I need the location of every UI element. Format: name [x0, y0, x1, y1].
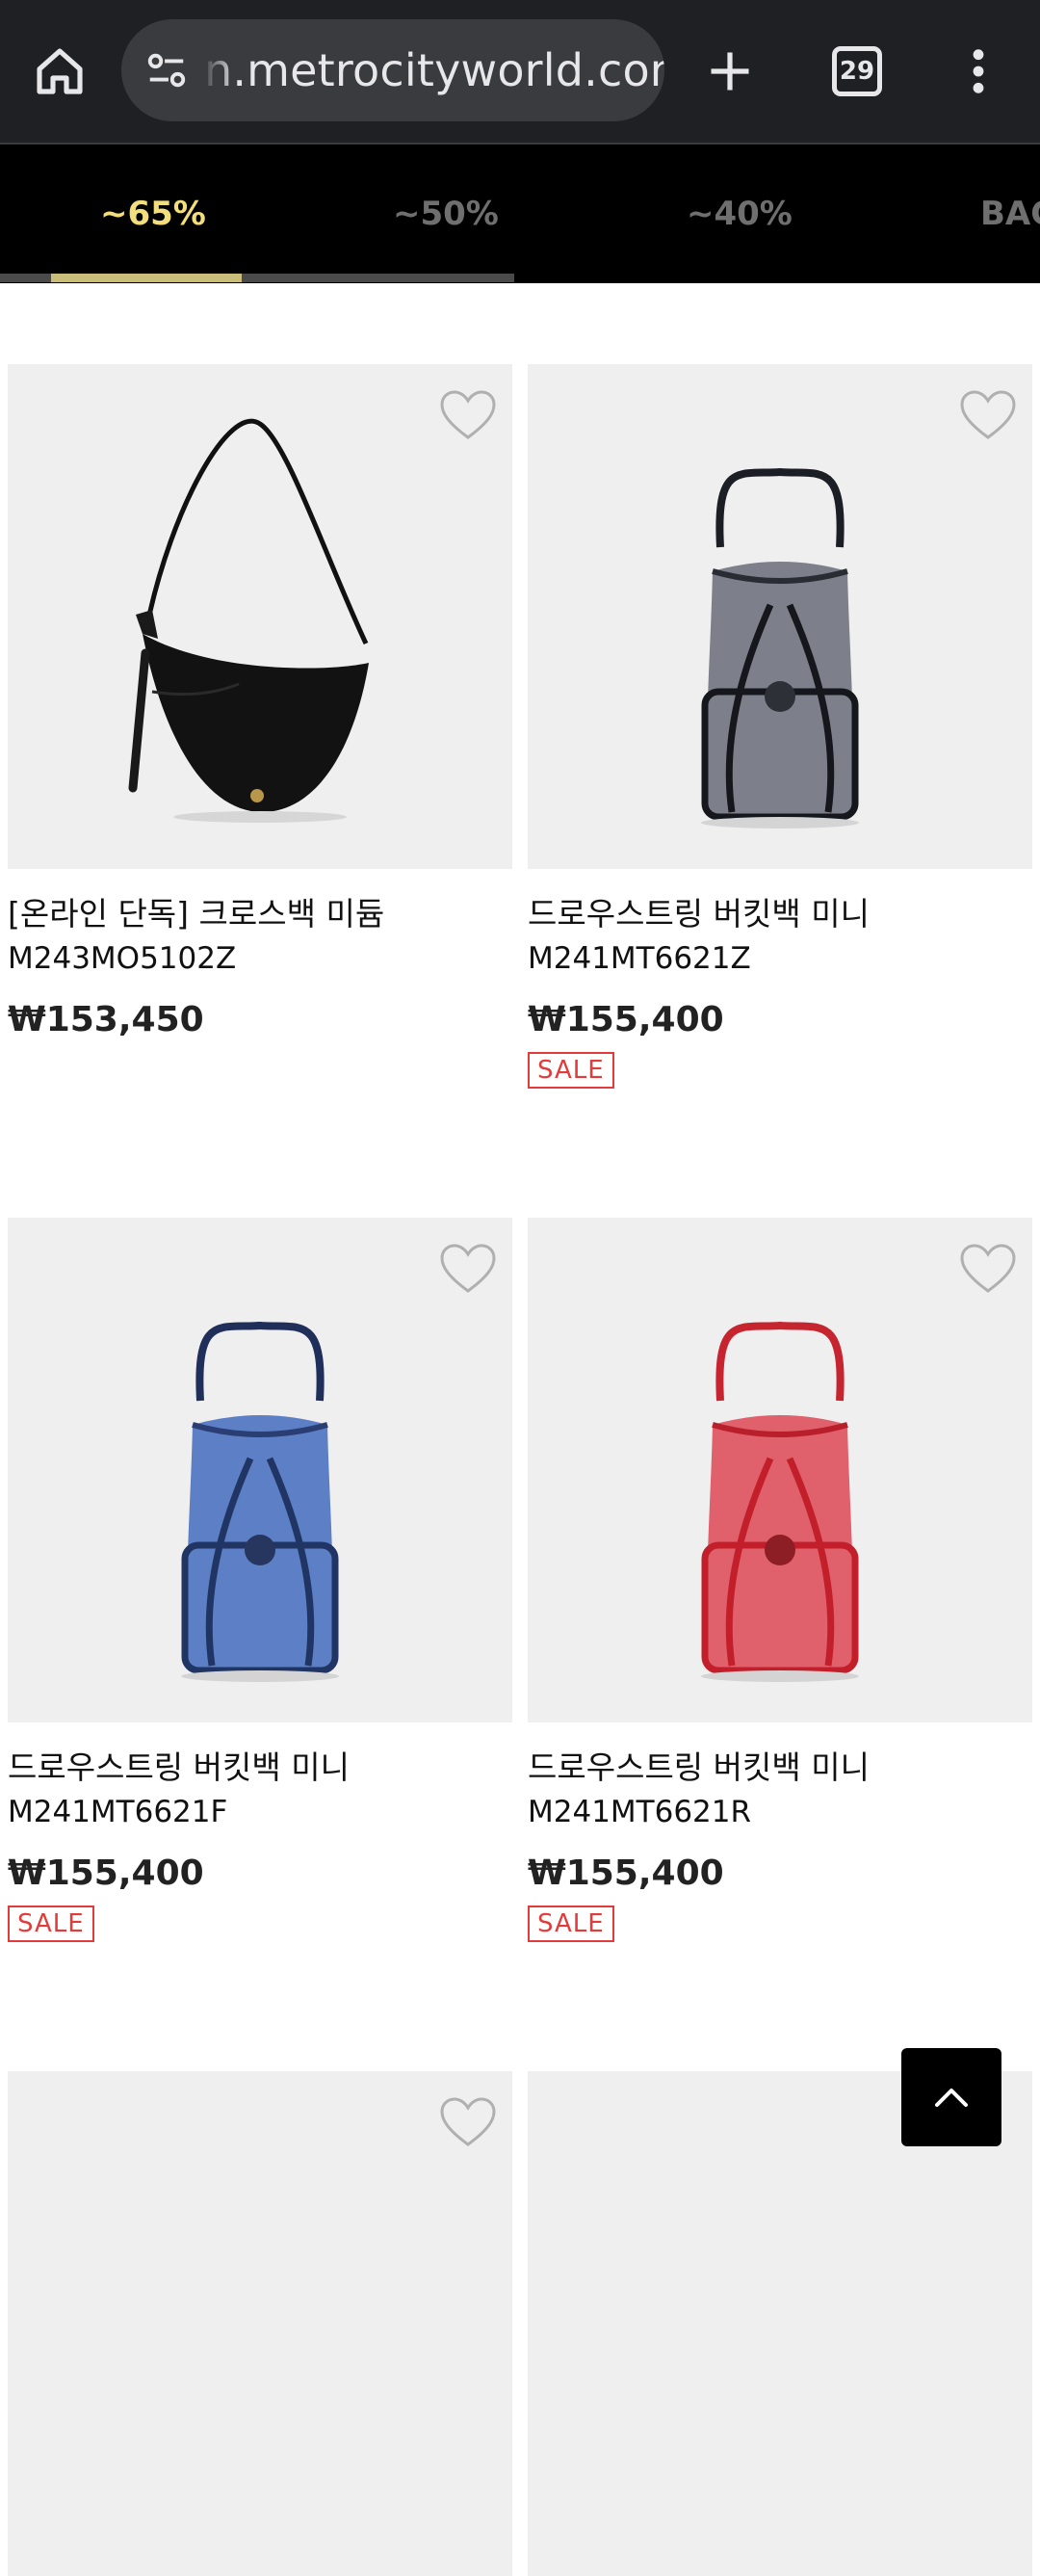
chevron-up-icon: [935, 2089, 968, 2107]
product-card[interactable]: 드로우스트링 버킷백 미니 M241MT6621Z ₩155,400 SALE: [528, 364, 1032, 1089]
more-menu-icon[interactable]: [944, 31, 1013, 112]
tab-65-percent[interactable]: ~65%: [100, 145, 206, 283]
product-image[interactable]: [8, 364, 512, 869]
bucketbag-navy-image: [181, 1321, 339, 1682]
product-code[interactable]: M241MT6621R: [528, 1790, 1032, 1834]
sale-badge: SALE: [528, 1906, 614, 1942]
tab-50-percent[interactable]: ~50%: [393, 145, 499, 283]
heart-icon[interactable]: [439, 1243, 497, 1297]
product-image[interactable]: [8, 2071, 512, 2576]
product-price: ₩155,400: [528, 1000, 724, 1039]
product-code[interactable]: M241MT6621Z: [528, 936, 1032, 981]
product-card[interactable]: [온라인 단독] 크로스백 미듐 M243MO5102Z ₩153,450: [8, 364, 512, 1044]
product-code[interactable]: M241MT6621F: [8, 1790, 512, 1834]
tab-bag[interactable]: BAG: [980, 145, 1040, 283]
product-price: ₩155,400: [528, 1853, 724, 1893]
sale-badge: SALE: [528, 1052, 614, 1089]
bucketbag-gray-image: [701, 467, 859, 828]
product-image[interactable]: [528, 364, 1032, 869]
bucketbag-red-image: [701, 1321, 859, 1682]
tab-switcher-icon[interactable]: 29: [817, 31, 897, 112]
product-image[interactable]: [528, 1218, 1032, 1722]
url-text[interactable]: n.metrocityworld.com: [204, 19, 664, 121]
product-name[interactable]: [온라인 단독] 크로스백 미듐: [8, 892, 512, 936]
sale-badge: SALE: [8, 1906, 94, 1942]
product-price: ₩155,400: [8, 1853, 204, 1893]
active-tab-indicator: [51, 274, 242, 282]
product-name[interactable]: 드로우스트링 버킷백 미니: [528, 892, 1032, 936]
heart-icon[interactable]: [959, 389, 1017, 443]
scroll-to-top-button[interactable]: [901, 2048, 1001, 2146]
category-tab-bar: ~65% ~50% ~40% BAG: [0, 145, 1040, 283]
home-icon[interactable]: [19, 31, 100, 112]
site-info-icon[interactable]: [139, 42, 195, 98]
product-code[interactable]: M243MO5102Z: [8, 936, 512, 981]
product-image[interactable]: [8, 1218, 512, 1722]
product-image[interactable]: [528, 2071, 1032, 2576]
browser-toolbar: n.metrocityworld.com 29: [0, 0, 1040, 145]
product-card[interactable]: 드로우스트링 버킷백 미니 M241MT6621F ₩155,400 SALE: [8, 1218, 512, 1942]
heart-icon[interactable]: [439, 2096, 497, 2150]
tab-40-percent[interactable]: ~40%: [687, 145, 793, 283]
product-name[interactable]: 드로우스트링 버킷백 미니: [528, 1746, 1032, 1790]
product-card[interactable]: [8, 2071, 512, 2576]
url-fade: [198, 19, 237, 121]
product-card[interactable]: 드로우스트링 버킷백 미니 M241MT6621R ₩155,400 SALE: [528, 1218, 1032, 1942]
new-tab-icon[interactable]: [689, 31, 770, 112]
heart-icon[interactable]: [439, 389, 497, 443]
tab-count: 29: [832, 46, 882, 96]
product-price: ₩153,450: [8, 1000, 204, 1039]
heart-icon[interactable]: [959, 1243, 1017, 1297]
crossbag-black-image: [128, 418, 369, 823]
product-name[interactable]: 드로우스트링 버킷백 미니: [8, 1746, 512, 1790]
address-bar[interactable]: n.metrocityworld.com: [121, 19, 664, 121]
product-card[interactable]: [528, 2071, 1032, 2576]
